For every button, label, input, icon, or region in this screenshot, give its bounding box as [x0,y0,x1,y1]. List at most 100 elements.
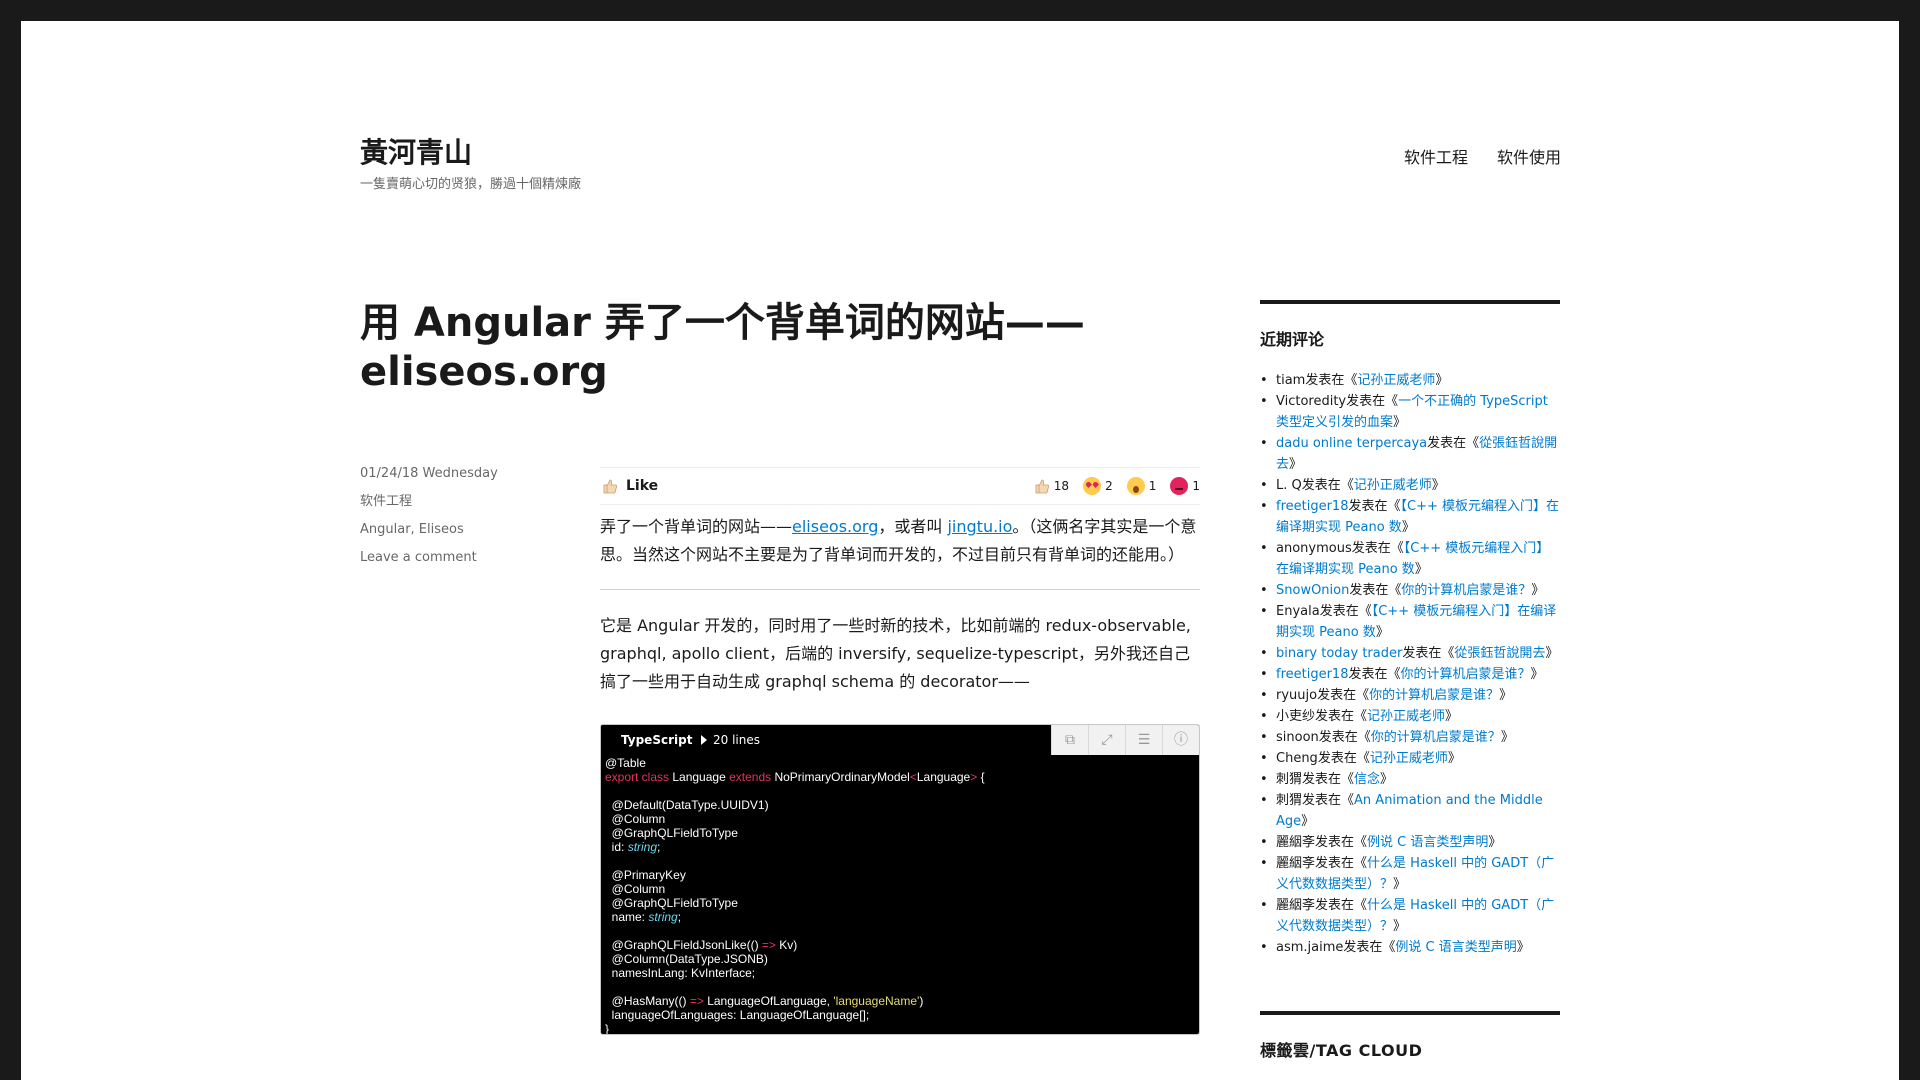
like-label: Like [626,478,659,494]
expand-icon[interactable]: ⤢ [1088,725,1125,755]
recent-comment-item: 麗絪斈发表在《什么是 Haskell 中的 GADT（广义代数数据类型）？》 [1260,853,1560,895]
comment-post-link[interactable]: 你的计算机启蒙是谁？ [1369,688,1499,703]
comment-author: Enyala [1276,604,1320,619]
comment-post-end: 》 [1380,772,1394,787]
comment-author: 麗絪斈 [1276,856,1316,871]
recent-comment-item: binary today trader发表在《從張鈺哲說開去》 [1260,643,1560,664]
recent-comment-item: 麗絪斈发表在《例说 C 语言类型声明》 [1260,832,1560,853]
comment-post-end: 》 [1289,457,1303,472]
comment-author[interactable]: freetiger18 [1276,667,1348,682]
nav-item-software-engineering[interactable]: 软件工程 [1404,144,1468,168]
code-block: TypeScript 20 lines ⧉ ⤢ ☰ ⓘ @Table expor… [600,724,1200,1035]
comment-post-end: 》 [1393,877,1407,892]
comment-posted-on: 发表在《 [1319,604,1372,619]
comment-post-link[interactable]: 例说 C 语言类型声明 [1367,835,1488,850]
comment-post-link[interactable]: 你的计算机启蒙是谁？ [1371,730,1501,745]
wow-face-icon[interactable] [1126,477,1145,495]
post-tags[interactable]: Angular, Eliseos [360,522,464,537]
comment-post-end: 》 [1500,730,1514,745]
post-meta: 01/24/18 Wednesday 软件工程 Angular, Eliseos… [360,464,580,576]
comment-post-end: 》 [1435,373,1449,388]
comment-post-link[interactable]: 從張鈺哲說開去 [1454,646,1545,661]
main-nav: 软件工程 软件使用 [1404,144,1561,168]
post-date[interactable]: 01/24/18 Wednesday [360,466,498,481]
comment-post-end: 》 [1401,520,1415,535]
recent-comment-item: ryuujo发表在《你的计算机启蒙是谁？》 [1260,685,1560,706]
nav-item-software-usage[interactable]: 软件使用 [1497,144,1561,168]
comment-author: 麗絪斈 [1276,898,1316,913]
copy-icon[interactable]: ⧉ [1051,725,1088,755]
comment-posted-on: 发表在《 [1402,646,1455,661]
code-expand-toggle[interactable]: 20 lines [701,726,760,754]
thumbs-up-icon [603,479,618,494]
comment-post-end: 》 [1447,751,1461,766]
recent-comment-item: freetiger18发表在《你的计算机启蒙是谁？》 [1260,664,1560,685]
comment-post-end: 》 [1414,562,1428,577]
comment-post-end: 》 [1530,667,1544,682]
comment-post-end: 》 [1516,940,1530,955]
reaction-bar: Like 18 2 1 1 [600,467,1200,505]
comment-post-end: 》 [1375,625,1389,640]
comment-post-end: 》 [1545,646,1559,661]
recent-comments-list: tiam发表在《记孙正威老师》Victoredity发表在《一个不正确的 Typ… [1260,370,1560,958]
comment-post-link[interactable]: 你的计算机启蒙是谁？ [1401,583,1531,598]
triangle-right-icon [701,735,707,745]
recent-comment-item: asm.jaime发表在《例说 C 语言类型声明》 [1260,937,1560,958]
like-button[interactable]: Like [602,472,658,500]
code-lines-label: 20 lines [713,733,760,747]
comment-post-link[interactable]: 你的计算机启蒙是谁？ [1401,667,1531,682]
heart-eyes-icon[interactable] [1083,477,1102,495]
comment-post-end: 》 [1393,919,1407,934]
comment-author: tiam [1276,373,1306,388]
comment-author[interactable]: freetiger18 [1276,499,1348,514]
comment-post-end: 》 [1445,709,1459,724]
comment-author: asm.jaime [1276,940,1344,955]
recent-comment-item: Cheng发表在《记孙正威老师》 [1260,748,1560,769]
comment-posted-on: 发表在《 [1317,688,1370,703]
info-icon[interactable]: ⓘ [1162,725,1199,755]
recent-comment-item: anonymous发表在《【C++ 模板元编程入门】在编译期实现 Peano 数… [1260,538,1560,580]
divider [600,589,1200,590]
code-language: TypeScript [621,733,693,747]
comment-author: 小吏纱 [1276,709,1316,724]
comment-author[interactable]: SnowOnion [1276,583,1349,598]
thumbs-up-icon[interactable] [1034,478,1050,494]
wow-count: 1 [1148,479,1157,493]
comment-post-end: 》 [1488,835,1502,850]
recent-comment-item: Enyala发表在《【C++ 模板元编程入门】在编译期实现 Peano 数》 [1260,601,1560,643]
comment-post-link[interactable]: 记孙正威老师 [1357,373,1435,388]
comment-post-link[interactable]: 记孙正威老师 [1367,709,1445,724]
recent-comment-item: 刺猬发表在《An Animation and the Middle Age》 [1260,790,1560,832]
comment-post-link[interactable]: 记孙正威老师 [1370,751,1448,766]
comment-author: anonymous [1276,541,1352,556]
jingtu-link[interactable]: jingtu.io [947,517,1012,536]
comment-posted-on: 发表在《 [1318,730,1371,745]
comment-post-link[interactable]: 例说 C 语言类型声明 [1395,940,1516,955]
post-category[interactable]: 软件工程 [360,494,412,509]
comment-posted-on: 发表在《 [1351,541,1404,556]
recent-comment-item: SnowOnion发表在《你的计算机启蒙是谁？》 [1260,580,1560,601]
tag-cloud-widget: 標籤雲/TAG CLOUD [1260,1011,1560,1061]
comment-author: 刺猬 [1276,793,1303,808]
wrap-lines-icon[interactable]: ☰ [1125,725,1162,755]
comment-author[interactable]: binary today trader [1276,646,1402,661]
comment-posted-on: 发表在《 [1315,835,1368,850]
comment-post-link[interactable]: 信念 [1354,772,1380,787]
comment-posted-on: 发表在《 [1348,499,1401,514]
recent-comment-item: sinoon发表在《你的计算机启蒙是谁？》 [1260,727,1560,748]
code-toolbar: ⧉ ⤢ ☰ ⓘ [1051,725,1199,755]
angry-face-icon[interactable] [1170,477,1189,495]
love-count: 2 [1105,479,1113,493]
comment-posted-on: 发表在《 [1302,793,1355,808]
recent-comment-item: freetiger18发表在《【C++ 模板元编程入门】在编译期实现 Peano… [1260,496,1560,538]
comment-author: ryuujo [1276,688,1318,703]
comment-post-link[interactable]: 记孙正威老师 [1354,478,1432,493]
comment-posted-on: 发表在《 [1302,772,1355,787]
eliseos-link[interactable]: eliseos.org [792,517,878,536]
site-description: 一隻賣萌心切的贤狼，勝過十個精煉廠 [360,177,582,192]
reaction-counts: 18 2 1 1 [1034,472,1200,500]
leave-comment-link[interactable]: Leave a comment [360,550,477,565]
comment-author[interactable]: dadu online terpercaya [1276,436,1427,451]
site-title[interactable]: 黃河青山 [360,131,472,171]
comment-post-end: 》 [1431,478,1445,493]
